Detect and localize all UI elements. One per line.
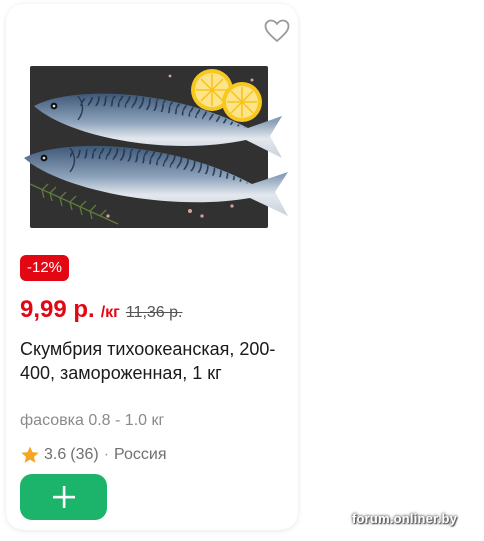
country-label: Россия (114, 446, 167, 463)
watermark: forum.onliner.by (352, 511, 458, 526)
plus-icon (52, 486, 75, 508)
star-icon (21, 446, 39, 463)
favorite-button[interactable] (262, 16, 292, 46)
price-unit: /кг (100, 304, 120, 321)
heart-outline-icon (264, 19, 290, 42)
separator-dot: · (103, 446, 110, 463)
product-image[interactable] (20, 66, 292, 236)
add-to-cart-button[interactable] (20, 474, 107, 520)
pack-info: фасовка 0.8 - 1.0 кг (20, 412, 165, 429)
product-title[interactable]: Скумбрия тихоокеанская, 200-400, заморож… (20, 337, 290, 385)
mackerel-fish-photo (24, 66, 288, 228)
old-price: 11,36 р. (125, 304, 183, 321)
reviews-count[interactable]: (36) (70, 446, 98, 464)
rating-row: 3.6 (36) · Россия (20, 445, 167, 465)
product-card[interactable]: -12% 9,99 р. /кг 11,36 р. Скумбрия тихоо… (6, 4, 298, 530)
discount-badge: -12% (20, 255, 70, 281)
page: -12% 9,99 р. /кг 11,36 р. Скумбрия тихоо… (0, 0, 484, 541)
price-row: 9,99 р. /кг 11,36 р. (20, 296, 182, 328)
current-price: 9,99 р. (20, 296, 95, 323)
rating-value: 3.6 (44, 446, 67, 463)
